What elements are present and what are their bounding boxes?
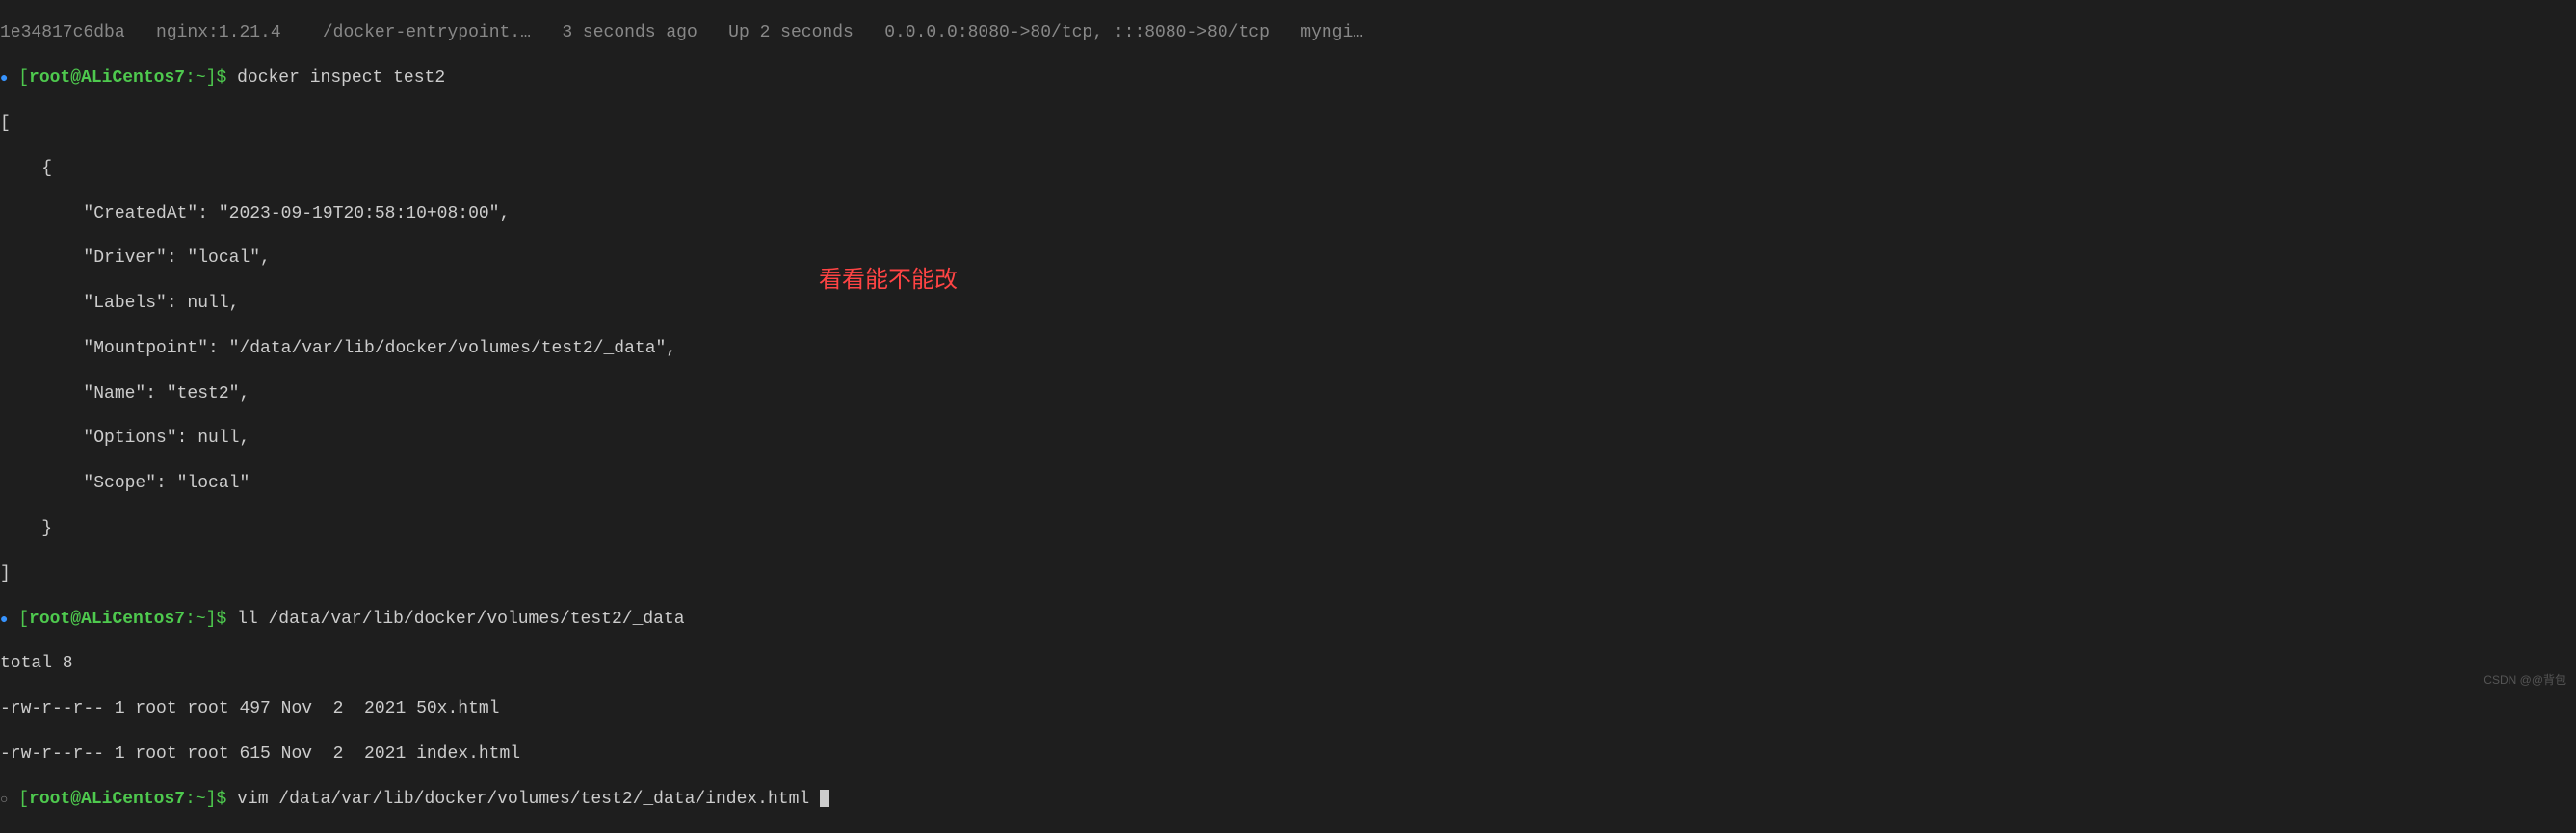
prompt-sep: : (185, 610, 196, 629)
json-scope: "Scope": "local" (0, 473, 2576, 495)
terminal[interactable]: 1e34817c6dba nginx:1.21.4 /docker-entryp… (0, 0, 2576, 833)
prompt-line-2: ● [root@ALiCentos7:~]$ ll /data/var/lib/… (0, 609, 2576, 631)
prompt-path: ~ (196, 610, 206, 629)
header-row: 1e34817c6dba nginx:1.21.4 /docker-entryp… (0, 22, 2576, 44)
prompt-line-1: ● [root@ALiCentos7:~]$ docker inspect te… (0, 67, 2576, 90)
prompt-path: ~ (196, 68, 206, 88)
prompt-user: root@ALiCentos7 (29, 68, 185, 88)
prompt-bracket-open: [ (18, 790, 29, 809)
prompt-bracket-close: ]$ (206, 68, 227, 88)
json-driver: "Driver": "local", (0, 247, 2576, 270)
json-name: "Name": "test2", (0, 383, 2576, 405)
json-close-bracket: ] (0, 563, 2576, 586)
json-labels: "Labels": null, (0, 293, 2576, 315)
json-open-brace: { (0, 158, 2576, 180)
prompt-bracket-close: ]$ (206, 790, 227, 809)
annotation-text: 看看能不能改 (819, 265, 958, 295)
prompt-bracket-open: [ (18, 610, 29, 629)
bullet-icon: ○ (0, 793, 8, 808)
bullet-icon: ● (0, 71, 8, 87)
prompt-line-3: ○ [root@ALiCentos7:~]$ vim /data/var/lib… (0, 789, 2576, 811)
prompt-sep: : (185, 68, 196, 88)
prompt-bracket-open: [ (18, 68, 29, 88)
ll-total: total 8 (0, 653, 2576, 675)
json-created-at: "CreatedAt": "2023-09-19T20:58:10+08:00"… (0, 203, 2576, 225)
prompt-user: root@ALiCentos7 (29, 610, 185, 629)
prompt-sep: : (185, 790, 196, 809)
ll-file-2: -rw-r--r-- 1 root root 615 Nov 2 2021 in… (0, 743, 2576, 766)
json-close-brace: } (0, 518, 2576, 540)
command-1: docker inspect test2 (226, 68, 445, 88)
command-2: ll /data/var/lib/docker/volumes/test2/_d… (226, 610, 684, 629)
bullet-icon: ● (0, 612, 8, 628)
json-open-bracket: [ (0, 113, 2576, 135)
prompt-user: root@ALiCentos7 (29, 790, 185, 809)
watermark-text: CSDN @@背包 (2484, 673, 2566, 689)
ll-file-1: -rw-r--r-- 1 root root 497 Nov 2 2021 50… (0, 698, 2576, 720)
prompt-bracket-close: ]$ (206, 610, 227, 629)
prompt-path: ~ (196, 790, 206, 809)
json-options: "Options": null, (0, 428, 2576, 450)
json-mountpoint: "Mountpoint": "/data/var/lib/docker/volu… (0, 338, 2576, 360)
cursor-icon (820, 790, 829, 807)
command-3: vim /data/var/lib/docker/volumes/test2/_… (226, 790, 820, 809)
